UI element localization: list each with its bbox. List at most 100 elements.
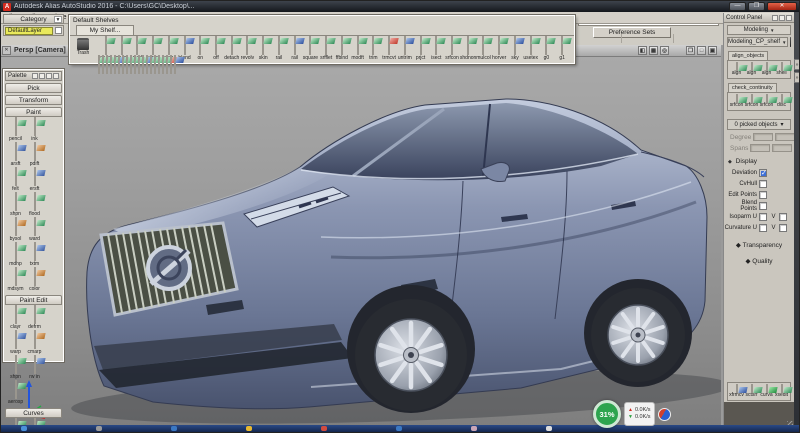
palette-tool[interactable]: shpn (6, 356, 25, 380)
shelf-tool[interactable]: revolv (240, 37, 256, 61)
tool-icon[interactable] (138, 55, 140, 74)
panel-tool[interactable]: srfcon (729, 95, 744, 108)
trash-icon[interactable] (790, 37, 792, 47)
tool-icon[interactable] (451, 36, 453, 55)
panel-tool[interactable]: xfrmcv (729, 385, 744, 398)
shelf-tool[interactable]: isect (428, 37, 444, 61)
tool-icon[interactable] (150, 55, 152, 74)
taskbar-app-icon[interactable] (96, 426, 102, 431)
shelf-tool[interactable] (110, 56, 112, 74)
palette-tool[interactable]: ink (25, 118, 44, 142)
tool-icon[interactable] (15, 380, 17, 399)
shelf-tool[interactable] (122, 56, 124, 74)
shelf-tool[interactable]: srfflet (318, 37, 334, 61)
transparency-label[interactable]: Transparency (743, 242, 783, 249)
shelf-tool[interactable]: modft (350, 37, 366, 61)
shelf-tool[interactable] (134, 56, 136, 74)
taskbar-app-icon[interactable] (246, 426, 252, 431)
tool-icon[interactable] (34, 355, 36, 374)
tool-icon[interactable] (105, 36, 107, 55)
shelf-tool[interactable] (126, 56, 128, 74)
shelf-tool[interactable] (130, 56, 132, 74)
shelf-tool[interactable]: sky (507, 37, 523, 61)
tool-icon[interactable] (166, 55, 168, 74)
panel-expand-icon[interactable] (779, 15, 785, 21)
shelf-tool[interactable] (174, 56, 176, 74)
shelf-tool[interactable]: mulcol (476, 37, 492, 61)
tool-icon[interactable] (781, 94, 783, 103)
quality-label[interactable]: Quality (752, 258, 772, 265)
cp-shelf-menu[interactable]: Modeling_CP_shelf▼ (727, 37, 788, 47)
trash-icon[interactable] (77, 38, 89, 50)
tool-icon[interactable] (766, 94, 768, 103)
shelf-tool[interactable]: square (303, 37, 319, 61)
tool-icon[interactable] (146, 55, 148, 74)
palette-tool[interactable]: txtm (25, 243, 44, 267)
shelf-tool[interactable]: skin (255, 37, 271, 61)
tool-icon[interactable] (134, 55, 136, 74)
tool-icon[interactable] (174, 55, 176, 74)
shelf-tool[interactable]: srfcon (444, 37, 460, 61)
shelf-tool[interactable] (158, 56, 160, 74)
shelf-tool[interactable]: rail (287, 37, 303, 61)
chevron-down-icon[interactable]: ▼ (54, 16, 62, 23)
taskbar-app-icon[interactable] (396, 426, 402, 431)
palette-tool[interactable]: pdift (25, 143, 44, 167)
tool-icon[interactable] (102, 55, 104, 74)
display-checkbox[interactable] (759, 213, 767, 221)
spans-field-1[interactable] (750, 144, 770, 152)
tool-icon[interactable] (215, 36, 217, 55)
close-pane-icon[interactable]: ▣ (708, 46, 717, 55)
shelf-tool[interactable] (142, 56, 144, 74)
tool-icon[interactable] (751, 94, 753, 103)
palette-tool[interactable]: felt (6, 168, 25, 192)
minimize-button[interactable]: — (729, 2, 746, 11)
tab-paint[interactable]: Paint (5, 107, 62, 117)
display-checkbox[interactable] (759, 224, 767, 232)
panel-tool[interactable]: algn (729, 63, 744, 76)
shelf-tool[interactable]: g0 (539, 37, 555, 61)
palette-tool[interactable]: aerosp (6, 381, 25, 405)
display-checkbox[interactable] (759, 169, 767, 177)
shelf-tool[interactable] (98, 56, 100, 74)
palette-tool[interactable]: pencil (6, 118, 25, 142)
palette-tool[interactable]: flood (25, 193, 44, 217)
tool-icon[interactable] (751, 384, 753, 393)
degree-field-1[interactable] (753, 133, 773, 141)
tool-icon[interactable] (530, 36, 532, 55)
display-checkbox-v[interactable] (779, 213, 787, 221)
shelf-tool[interactable]: detach (224, 37, 240, 61)
tool-icon[interactable] (34, 117, 36, 136)
tool-icon[interactable] (114, 55, 116, 74)
shelf-tool[interactable] (150, 56, 152, 74)
shelf-tool[interactable]: usetex (523, 37, 539, 61)
tool-icon[interactable] (15, 167, 17, 186)
palette-window[interactable]: Palette Pick Transform Paint pencil ink (3, 69, 64, 362)
windows-taskbar[interactable] (1, 425, 800, 432)
shelf-tool[interactable]: trim (365, 37, 381, 61)
shelf-tool[interactable] (154, 56, 156, 74)
tool-icon[interactable] (34, 305, 36, 324)
viewport-close-icon[interactable]: ✕ (2, 46, 11, 55)
tool-icon[interactable] (325, 36, 327, 55)
palette-tool[interactable]: color (25, 268, 44, 292)
tool-icon[interactable] (110, 55, 112, 74)
tool-icon[interactable] (372, 36, 374, 55)
tool-icon[interactable] (15, 117, 17, 136)
tool-icon[interactable] (184, 36, 186, 55)
palette-tool[interactable]: mdhp (6, 243, 25, 267)
tool-icon[interactable] (278, 36, 280, 55)
car-3d-model[interactable] (1, 57, 721, 428)
tool-icon[interactable] (15, 192, 17, 211)
palette-tool[interactable]: bysol (6, 218, 25, 242)
tool-icon[interactable] (15, 305, 17, 324)
magnifier-icon[interactable]: ◎ (660, 46, 669, 55)
tool-icon[interactable] (130, 55, 132, 74)
spans-field-2[interactable] (772, 144, 792, 152)
taskbar-app-icon[interactable] (546, 426, 552, 431)
tool-icon[interactable] (34, 142, 36, 161)
tool-icon[interactable] (751, 62, 753, 71)
shelf-tool[interactable] (146, 56, 148, 74)
tool-icon[interactable] (34, 267, 36, 286)
tool-icon[interactable] (231, 36, 233, 55)
